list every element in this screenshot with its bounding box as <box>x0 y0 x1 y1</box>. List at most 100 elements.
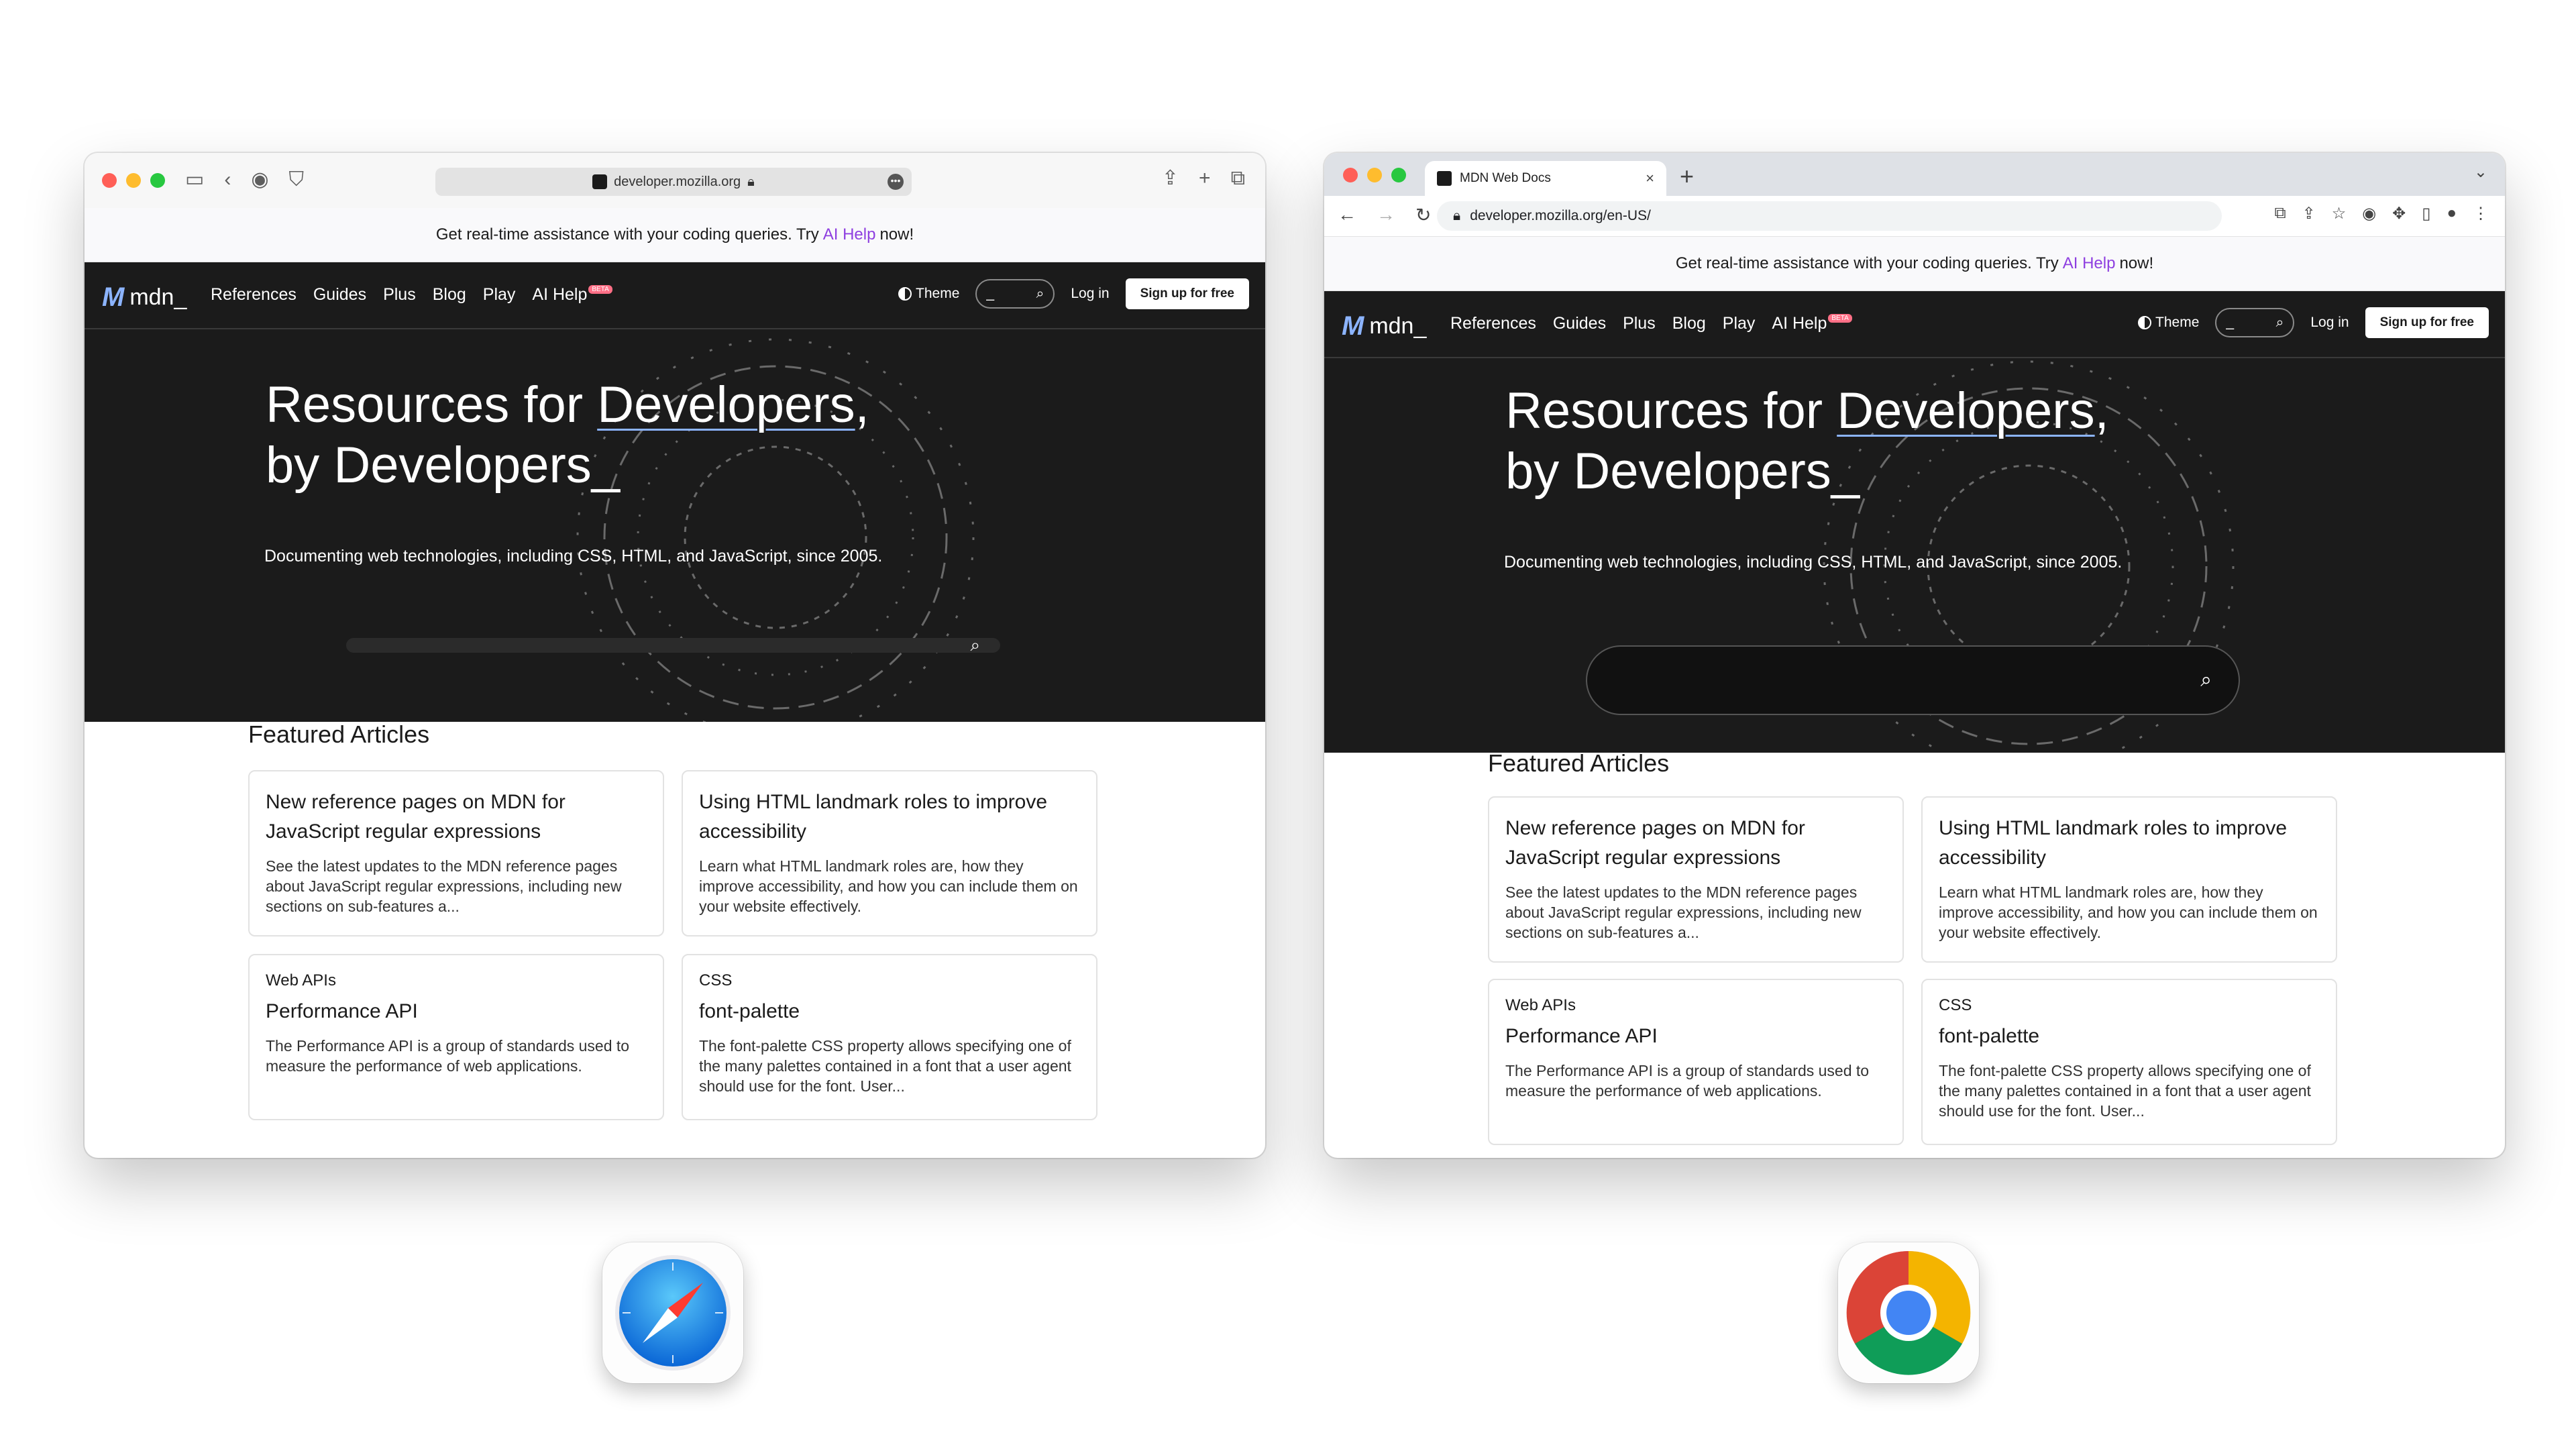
back-icon[interactable]: ← <box>1338 204 1356 226</box>
signup-button[interactable]: Sign up for free <box>2365 307 2489 338</box>
nav-search-input[interactable]: _ ⌕ <box>2215 308 2295 337</box>
search-icon: ⌕ <box>2275 315 2284 330</box>
article-card[interactable]: New reference pages on MDN for JavaScrip… <box>1488 796 1904 963</box>
close-tab-icon[interactable]: × <box>1646 170 1654 187</box>
hero: Resources for Developers, by Developers_… <box>1324 358 2505 753</box>
bookmark-star-icon[interactable]: ☆ <box>2332 204 2347 223</box>
privacy-icon[interactable]: ◉ <box>251 168 268 191</box>
card-title[interactable]: New reference pages on MDN for JavaScrip… <box>266 788 647 847</box>
logo-text: mdn_ <box>1369 313 1427 339</box>
theme-toggle[interactable]: Theme <box>898 286 959 302</box>
card-title[interactable]: Using HTML landmark roles to improve acc… <box>699 788 1080 847</box>
sidebar-icon[interactable]: ▭ <box>185 168 204 191</box>
article-card[interactable]: CSS font-palette The font-palette CSS pr… <box>1921 979 2337 1145</box>
close-button[interactable] <box>1343 168 1358 182</box>
nav-guides[interactable]: Guides <box>313 285 366 305</box>
active-tab[interactable]: MDN Web Docs × <box>1425 161 1666 196</box>
developers-link[interactable]: Developers <box>1837 382 2094 439</box>
article-card[interactable]: New reference pages on MDN for JavaScrip… <box>248 770 664 936</box>
theme-toggle[interactable]: Theme <box>2138 315 2199 331</box>
card-title[interactable]: New reference pages on MDN for JavaScrip… <box>1505 814 1886 873</box>
theme-icon <box>2138 316 2152 330</box>
reload-icon[interactable]: ↻ <box>1415 204 1431 226</box>
open-in-icon[interactable]: ⧉ <box>2274 204 2286 223</box>
nav-search-input[interactable]: _ ⌕ <box>975 279 1055 309</box>
card-description: The Performance API is a group of standa… <box>1505 1062 1870 1099</box>
article-card[interactable]: Using HTML landmark roles to improve acc… <box>1921 796 2337 963</box>
featured-heading: Featured Articles <box>248 720 430 748</box>
shield-icon[interactable]: ⛉ <box>289 168 305 191</box>
developers-link[interactable]: Developers <box>597 376 855 433</box>
signup-button[interactable]: Sign up for free <box>1125 278 1249 309</box>
minimize-button[interactable] <box>1367 168 1382 182</box>
search-placeholder: _ <box>2226 315 2235 330</box>
login-link[interactable]: Log in <box>1071 286 1109 302</box>
new-tab-icon[interactable]: + <box>1199 167 1211 190</box>
mdn-logo[interactable]: Mmdn_ <box>1342 311 1426 341</box>
nav-plus[interactable]: Plus <box>383 285 416 305</box>
card-description: See the latest updates to the MDN refere… <box>266 857 622 915</box>
nav-blog[interactable]: Blog <box>1672 314 1706 333</box>
hero-line1-end: , <box>855 376 869 433</box>
card-description: Learn what HTML landmark roles are, how … <box>1939 883 2318 941</box>
nav-references[interactable]: References <box>1450 314 1536 333</box>
article-card[interactable]: Web APIs Performance API The Performance… <box>1488 979 1904 1145</box>
login-link[interactable]: Log in <box>2310 315 2349 331</box>
banner-text-end: now! <box>2119 254 2154 272</box>
hero-line1-start: Resources for <box>266 376 598 433</box>
share-icon[interactable]: ⇪ <box>2302 204 2316 223</box>
chrome-window: MDN Web Docs × + ⌄ ← → ↻ 🔒︎ developer.mo… <box>1324 153 2505 1158</box>
card-category: Web APIs <box>266 971 336 989</box>
logo-text: mdn_ <box>129 284 187 310</box>
mdn-logo[interactable]: Mmdn_ <box>102 282 186 313</box>
nav-play[interactable]: Play <box>483 285 516 305</box>
back-icon[interactable]: ‹ <box>224 168 231 191</box>
card-title[interactable]: font-palette <box>1939 1022 2320 1051</box>
tab-strip: MDN Web Docs × + ⌄ <box>1324 153 2505 196</box>
hero-search-input[interactable]: ⌕ <box>346 635 1000 655</box>
card-title[interactable]: font-palette <box>699 997 1080 1026</box>
card-title[interactable]: Performance API <box>266 997 647 1026</box>
article-card[interactable]: CSS font-palette The font-palette CSS pr… <box>682 954 1097 1120</box>
minimize-button[interactable] <box>126 173 141 188</box>
ai-help-link[interactable]: AI Help <box>2063 254 2116 273</box>
card-description: See the latest updates to the MDN refere… <box>1505 883 1862 941</box>
hero-line1-end: , <box>2094 382 2109 439</box>
close-button[interactable] <box>102 173 117 188</box>
mdn-favicon-icon <box>592 174 608 189</box>
article-card[interactable]: Web APIs Performance API The Performance… <box>248 954 664 1120</box>
mdn-m-icon: M <box>102 282 125 312</box>
article-card[interactable]: Using HTML landmark roles to improve acc… <box>682 770 1097 936</box>
nav-play[interactable]: Play <box>1723 314 1756 333</box>
ai-help-link[interactable]: AI Help <box>823 225 876 244</box>
nav-plus[interactable]: Plus <box>1623 314 1656 333</box>
card-description: The font-palette CSS property allows spe… <box>699 1037 1071 1095</box>
ai-help-banner: Get real-time assistance with your codin… <box>85 208 1265 262</box>
address-bar[interactable]: developer.mozilla.org 🔒︎ ••• <box>435 168 912 196</box>
avatar[interactable]: ● <box>2447 204 2457 223</box>
puzzle-icon[interactable]: ✥ <box>2392 204 2406 223</box>
card-title[interactable]: Performance API <box>1505 1022 1886 1051</box>
nav-blog[interactable]: Blog <box>433 285 466 305</box>
card-title[interactable]: Using HTML landmark roles to improve acc… <box>1939 814 2320 873</box>
nav-ai-help[interactable]: AI Help BETA <box>532 285 612 305</box>
new-tab-icon[interactable]: + <box>1680 162 1694 191</box>
tab-search-icon[interactable]: ⌄ <box>2474 162 2487 182</box>
tab-overview-icon[interactable]: ⧉ <box>1231 167 1245 190</box>
side-panel-icon[interactable]: ▯ <box>2422 204 2430 223</box>
hero-search-input[interactable]: ⌕ <box>1586 645 2240 715</box>
share-icon[interactable]: ⇪ <box>1162 166 1179 190</box>
extension-icon[interactable]: ◉ <box>2362 204 2376 223</box>
zoom-button[interactable] <box>150 173 165 188</box>
zoom-button[interactable] <box>1391 168 1406 182</box>
webpage: Get real-time assistance with your codin… <box>1324 237 2505 1145</box>
hero-line2: by Developers_ <box>266 437 621 494</box>
nav-ai-help[interactable]: AI Help BETA <box>1772 314 1852 333</box>
omnibox[interactable]: 🔒︎ developer.mozilla.org/en-US/ <box>1437 201 2222 231</box>
forward-icon[interactable]: → <box>1377 204 1395 226</box>
chrome-app-icon <box>1838 1242 1979 1383</box>
more-icon[interactable]: ••• <box>888 174 904 190</box>
nav-guides[interactable]: Guides <box>1553 314 1606 333</box>
menu-icon[interactable]: ⋮ <box>2473 204 2489 223</box>
nav-references[interactable]: References <box>211 285 297 305</box>
